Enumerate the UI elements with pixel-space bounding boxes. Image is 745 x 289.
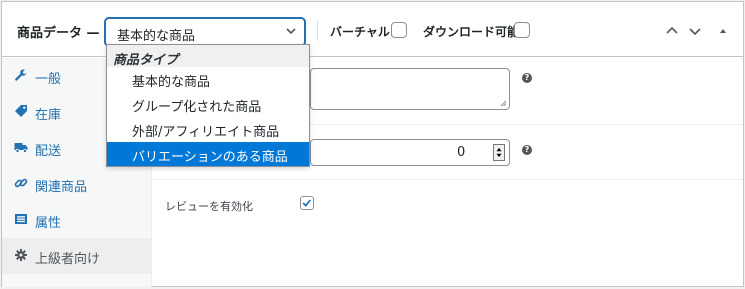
row-divider	[153, 179, 743, 180]
product-type-select[interactable]: 基本的な商品	[105, 18, 305, 46]
tab-label: 一般	[35, 72, 62, 87]
tab-label: 配送	[35, 144, 62, 159]
option-variable-product[interactable]: バリエーションのある商品	[107, 142, 309, 166]
menu-order-input[interactable]: 0	[310, 139, 510, 166]
truck-icon	[14, 143, 28, 153]
product-type-value: 基本的な商品	[117, 29, 196, 44]
virtual-checkbox[interactable]	[391, 22, 407, 38]
option-label: グループ化された商品	[132, 100, 262, 115]
product-type-dropdown: 商品タイプ 基本的な商品 グループ化された商品 外部/アフィリエイト商品 バリエ…	[106, 44, 310, 167]
wrench-icon	[15, 69, 27, 81]
enable-reviews-label: レビューを有効化	[165, 200, 253, 213]
help-icon[interactable]: ?	[522, 145, 532, 155]
option-grouped-product[interactable]: グループ化された商品	[107, 92, 309, 116]
number-spinner[interactable]	[493, 144, 505, 161]
option-label: バリエーションのある商品	[132, 150, 288, 165]
tab-attributes[interactable]: 属性	[2, 202, 152, 238]
tab-label: 関連商品	[35, 180, 88, 195]
downloadable-checkbox[interactable]	[514, 22, 530, 38]
tab-label: 在庫	[35, 108, 62, 123]
tab-label: 上級者向け	[35, 252, 101, 267]
option-simple-product[interactable]: 基本的な商品	[107, 67, 309, 91]
virtual-label: バーチャル:	[330, 25, 395, 39]
dropdown-group-label: 商品タイプ	[113, 53, 179, 68]
gear-icon	[15, 249, 27, 261]
help-icon[interactable]: ?	[522, 73, 532, 83]
header-divider	[317, 21, 318, 41]
move-down-icon[interactable]	[688, 24, 702, 38]
tab-linked-products[interactable]: 関連商品	[2, 166, 152, 202]
menu-order-value: 0	[457, 145, 466, 160]
collapse-toggle-icon[interactable]	[716, 24, 730, 38]
tag-icon	[15, 105, 27, 117]
list-icon	[15, 214, 27, 224]
resize-grip-icon[interactable]	[500, 100, 507, 107]
purchase-note-textarea[interactable]	[310, 68, 510, 110]
downloadable-label: ダウンロード可能:	[423, 25, 524, 39]
enable-reviews-checkbox[interactable]	[300, 196, 314, 210]
option-external-product[interactable]: 外部/アフィリエイト商品	[107, 117, 309, 141]
checkmark-icon	[302, 199, 312, 207]
link-icon	[14, 178, 28, 188]
tab-label: 属性	[35, 216, 62, 231]
option-label: 外部/アフィリエイト商品	[132, 125, 280, 140]
tab-advanced[interactable]: 上級者向け	[2, 238, 152, 274]
dropdown-group-header: 商品タイプ	[107, 45, 309, 68]
move-up-icon[interactable]	[665, 24, 679, 38]
option-label: 基本的な商品	[132, 75, 211, 90]
chevron-down-icon	[286, 28, 296, 35]
panel-title: 商品データ —	[17, 26, 100, 41]
